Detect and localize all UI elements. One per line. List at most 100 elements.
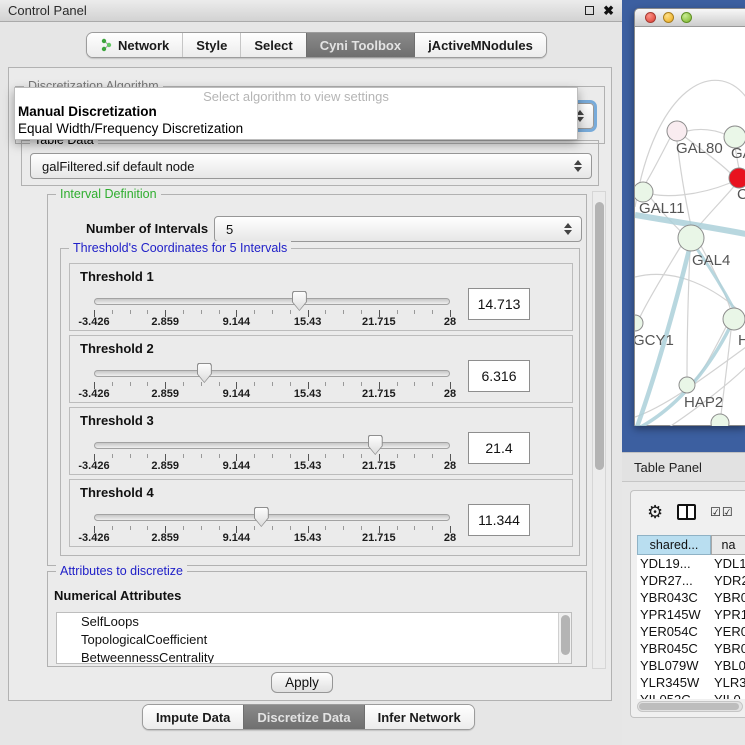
num-intervals-label: Number of Intervals [86, 221, 208, 236]
network-node-gal11[interactable] [635, 182, 653, 202]
table-row[interactable]: YPR145WYPR1 [637, 606, 745, 623]
minimize-traffic-light-icon[interactable] [663, 12, 674, 23]
network-edge[interactable] [652, 183, 730, 196]
table-row[interactable]: YBL079WYBL0 [637, 657, 745, 674]
tick-mark [147, 454, 148, 458]
tick-mark [343, 526, 344, 530]
table-data-group: Table Data galFiltered.sif default node [21, 140, 599, 186]
algorithm-option-manual[interactable]: Manual Discretization [18, 104, 157, 119]
network-window[interactable]: GAL80GACGAL11GAL4GCY1HHAP2 [634, 8, 745, 426]
node-label: C [737, 186, 745, 203]
table-cell: YIL052C [637, 691, 711, 699]
network-edge[interactable] [687, 130, 727, 135]
tick-label: 9.144 [223, 532, 251, 544]
table-cell: YBR0 [711, 589, 745, 606]
numerical-attributes-heading: Numerical Attributes [54, 588, 181, 603]
tab-select[interactable]: Select [240, 33, 305, 57]
network-node-gal80[interactable] [667, 121, 687, 141]
table-row[interactable]: YBR043CYBR0 [637, 589, 745, 606]
interval-definition-title: Interval Definition [56, 187, 161, 201]
tick-mark [112, 382, 113, 386]
table-row[interactable]: YDL19...YDL1 [637, 555, 745, 572]
algorithm-option-equal-width[interactable]: Equal Width/Frequency Discretization [18, 121, 243, 136]
bottom-tab-infer-network[interactable]: Infer Network [364, 705, 474, 729]
threshold-value-field[interactable]: 14.713 [468, 288, 530, 320]
tab-label: Select [254, 38, 292, 53]
attribute-list-item[interactable]: BetweennessCentrality [57, 649, 571, 664]
bottom-tab-impute-data[interactable]: Impute Data [143, 705, 243, 729]
panel-scrollbar[interactable] [592, 191, 606, 669]
thresholds-group: Threshold's Coordinates for 5 Intervals … [60, 248, 580, 556]
threshold-value-field[interactable]: 21.4 [468, 432, 530, 464]
tick-mark [325, 382, 326, 386]
node-label: HAP2 [684, 394, 723, 411]
table-panel-titlebar[interactable]: Table Panel [622, 452, 745, 482]
tick-mark [343, 310, 344, 314]
table-header-name[interactable]: na [711, 535, 745, 555]
bottom-tab-discretize-data[interactable]: Discretize Data [243, 705, 363, 729]
threshold-value-field[interactable]: 6.316 [468, 360, 530, 392]
table-panel-body: ⚙ ☑☑ shared...naYDL19...YDL1YDR27...YDR2… [622, 482, 745, 745]
network-node-hap2[interactable] [679, 377, 695, 393]
slider-handle[interactable] [292, 291, 307, 311]
network-node[interactable] [711, 414, 729, 426]
tick-label: 2.859 [151, 388, 179, 400]
tick-label: 15.43 [294, 460, 322, 472]
gear-icon[interactable]: ⚙ [647, 503, 663, 521]
close-traffic-light-icon[interactable] [645, 12, 656, 23]
slider-track[interactable] [94, 370, 450, 377]
network-node-c[interactable] [729, 168, 745, 188]
tick-label: 9.144 [223, 388, 251, 400]
attribute-list-item[interactable]: SelfLoops [57, 613, 571, 631]
attributes-scrollbar[interactable] [558, 613, 571, 664]
float-panel-icon[interactable] [585, 6, 594, 15]
slider-handle[interactable] [197, 363, 212, 383]
table-row[interactable]: YIL052CYIL0 [637, 691, 745, 699]
tab-network[interactable]: Network [87, 33, 182, 57]
table-hscroll-thumb[interactable] [639, 703, 739, 710]
attributes-group: Attributes to discretize Numerical Attri… [47, 571, 587, 667]
network-node-gcy1[interactable] [635, 315, 643, 331]
close-panel-icon[interactable]: ✖ [603, 4, 614, 17]
tab-jactivemnodules[interactable]: jActiveMNodules [414, 33, 546, 57]
tick-mark [272, 310, 273, 314]
columns-icon[interactable] [677, 504, 696, 520]
slider-track[interactable] [94, 442, 450, 449]
slider-handle[interactable] [368, 435, 383, 455]
threshold-value-field[interactable]: 11.344 [468, 504, 530, 536]
tick-label: 21.715 [362, 532, 396, 544]
table-row[interactable]: YDR27...YDR2 [637, 572, 745, 589]
table-row[interactable]: YER054CYER0 [637, 623, 745, 640]
zoom-traffic-light-icon[interactable] [681, 12, 692, 23]
table-row[interactable]: YBR045CYBR0 [637, 640, 745, 657]
table-horizontal-scrollbar[interactable] [637, 701, 743, 712]
table-header-shared-name[interactable]: shared... [637, 535, 711, 555]
tick-label: -3.426 [78, 460, 109, 472]
network-node-h[interactable] [723, 308, 745, 330]
num-intervals-combobox[interactable]: 5 [214, 216, 582, 242]
slider-handle[interactable] [254, 507, 269, 527]
table-cell: YDL1 [711, 555, 745, 572]
tab-cyni-toolbox[interactable]: Cyni Toolbox [306, 33, 414, 57]
table-data-combobox[interactable]: galFiltered.sif default node [30, 153, 592, 179]
checkbox-icons[interactable]: ☑☑ [710, 505, 734, 519]
tick-mark [290, 382, 291, 386]
table-cell: YER0 [711, 623, 745, 640]
tab-style[interactable]: Style [182, 33, 240, 57]
network-node-gal4[interactable] [678, 225, 704, 251]
node-table[interactable]: shared...naYDL19...YDL1YDR27...YDR2YBR04… [637, 535, 745, 699]
network-edge[interactable] [645, 138, 670, 184]
network-window-titlebar[interactable] [635, 9, 745, 27]
network-edge[interactable] [687, 250, 690, 377]
tick-label: 15.43 [294, 388, 322, 400]
table-row[interactable]: YLR345WYLR3 [637, 674, 745, 691]
control-panel-titlebar[interactable]: Control Panel ✖ [0, 0, 622, 22]
attribute-list-item[interactable]: TopologicalCoefficient [57, 631, 571, 649]
apply-button[interactable]: Apply [271, 672, 333, 693]
table-cell: YLR345W [637, 674, 711, 691]
slider-track[interactable] [94, 514, 450, 521]
node-label: GAL80 [676, 140, 723, 157]
numerical-attributes-list[interactable]: SelfLoopsTopologicalCoefficientBetweenne… [56, 612, 572, 664]
slider-track[interactable] [94, 298, 450, 305]
network-canvas[interactable]: GAL80GACGAL11GAL4GCY1HHAP2 [635, 27, 745, 426]
